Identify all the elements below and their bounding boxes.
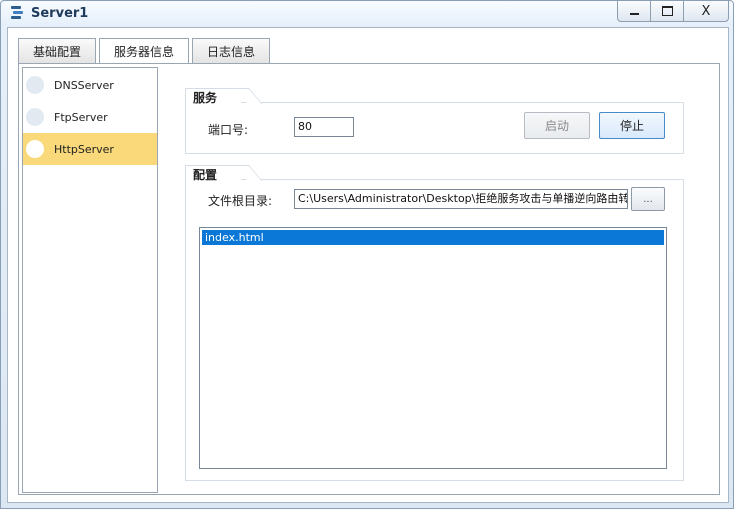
- port-input[interactable]: 80: [294, 117, 354, 137]
- app-icon: [11, 6, 23, 19]
- window-controls: X: [617, 1, 729, 22]
- tab-label: 服务器信息: [114, 45, 175, 59]
- stop-button[interactable]: 停止: [599, 112, 665, 139]
- tab-log-info[interactable]: 日志信息: [192, 38, 271, 63]
- server-dot-icon: [26, 76, 44, 94]
- sidebar-item-httpserver[interactable]: HttpServer: [23, 133, 157, 165]
- browse-button[interactable]: ...: [631, 187, 665, 211]
- start-button[interactable]: 启动: [524, 112, 590, 139]
- tab-label: 日志信息: [207, 44, 256, 59]
- minimize-button[interactable]: [617, 1, 651, 22]
- maximize-button[interactable]: [650, 1, 684, 22]
- server-dot-icon: [26, 140, 44, 158]
- config-group-title: 配置: [185, 165, 242, 182]
- sidebar-item-label: HttpServer: [54, 142, 114, 156]
- sidebar-item-label: DNSServer: [54, 78, 114, 92]
- maximize-icon: [661, 6, 673, 16]
- server-dot-icon: [26, 108, 44, 126]
- tab-basic-config[interactable]: 基础配置: [18, 38, 97, 63]
- title-bar[interactable]: Server1 X: [1, 1, 733, 27]
- close-icon: X: [701, 3, 711, 19]
- port-label: 端口号:: [208, 123, 249, 137]
- server-window: Server1 X 基础配置 服务器信息 日志信息 DNSServer FtpS…: [0, 0, 734, 509]
- minimize-icon: [629, 13, 639, 15]
- tab-server-info[interactable]: 服务器信息: [99, 38, 190, 64]
- sidebar-item-dnsserver[interactable]: DNSServer: [23, 69, 157, 101]
- server-type-list: DNSServer FtpServer HttpServer: [22, 67, 158, 493]
- root-dir-input[interactable]: C:\Users\Administrator\Desktop\拒绝服务攻击与单播…: [294, 189, 628, 209]
- window-title: Server1: [31, 6, 89, 21]
- list-item[interactable]: index.html: [202, 230, 664, 245]
- sidebar-item-ftpserver[interactable]: FtpServer: [23, 101, 157, 133]
- sidebar-item-label: FtpServer: [54, 110, 108, 124]
- service-group-title: 服务: [185, 88, 242, 105]
- file-list[interactable]: index.html: [199, 227, 667, 469]
- tab-bar: 基础配置 服务器信息 日志信息: [18, 38, 273, 64]
- service-group: 服务 端口号: 80 启动 停止: [185, 88, 684, 154]
- close-button[interactable]: X: [683, 1, 729, 22]
- client-area: 基础配置 服务器信息 日志信息 DNSServer FtpServer Http…: [7, 27, 729, 503]
- server-info-panel: DNSServer FtpServer HttpServer 服务 端口号: 8…: [18, 63, 720, 495]
- root-dir-label: 文件根目录:: [208, 194, 273, 208]
- tab-label: 基础配置: [33, 44, 82, 59]
